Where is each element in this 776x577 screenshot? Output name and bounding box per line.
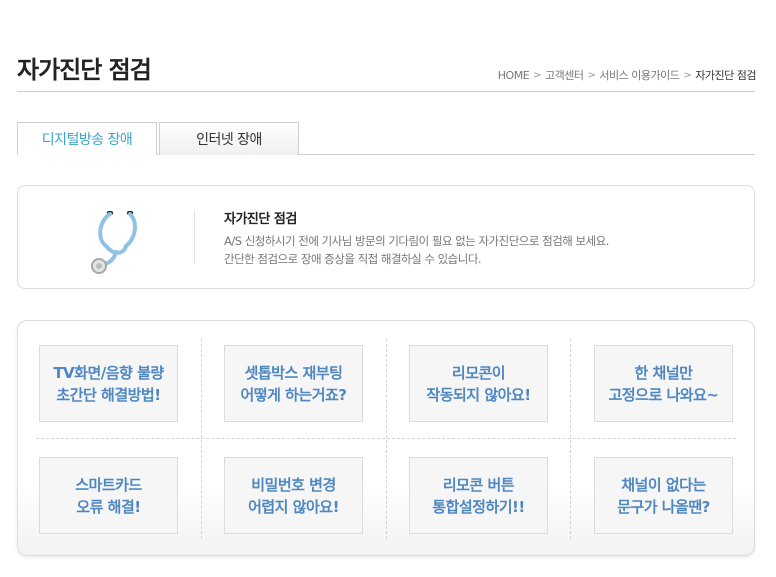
- help-button-label: TV화면/음향 불량 초간단 해결방법!: [53, 363, 164, 404]
- intro-description: A/S 신청하시기 전에 기사님 방문의 기다림이 필요 없는 자가진단으로 점…: [224, 232, 609, 268]
- intro-divider: [194, 210, 195, 264]
- header-divider: [17, 91, 755, 92]
- help-button-settop-reboot[interactable]: 셋톱박스 재부팅 어떻게 하는거죠?: [224, 345, 363, 422]
- tab-digital-broadcast[interactable]: 디지털방송 장애: [17, 122, 157, 155]
- grid-divider: [570, 339, 571, 539]
- help-button-label: 셋톱박스 재부팅 어떻게 하는거죠?: [240, 363, 347, 404]
- page: 자가진단 점검 HOME > 고객센터 > 서비스 이용가이드 > 자가진단 점…: [0, 0, 776, 577]
- breadcrumb-current: 자가진단 점검: [695, 69, 756, 82]
- help-button-label: 리모콘이 작동되지 않아요!: [426, 363, 531, 404]
- help-button-no-channel-message[interactable]: 채널이 없다는 문구가 나올땐?: [594, 457, 733, 534]
- help-button-label: 채널이 없다는 문구가 나올땐?: [617, 475, 710, 516]
- help-button-remote-not-working[interactable]: 리모콘이 작동되지 않아요!: [409, 345, 548, 422]
- chevron-right-icon: >: [587, 69, 596, 81]
- page-title: 자가진단 점검: [17, 56, 152, 84]
- chevron-right-icon: >: [533, 69, 542, 81]
- help-button-label: 비밀번호 변경 어렵지 않아요!: [248, 475, 339, 516]
- grid-divider: [36, 438, 736, 439]
- intro-description-line: A/S 신청하시기 전에 기사님 방문의 기다림이 필요 없는 자가진단으로 점…: [224, 234, 609, 248]
- help-button-smartcard-error[interactable]: 스마트카드 오류 해결!: [39, 457, 178, 534]
- help-button-remote-universal-setup[interactable]: 리모콘 버튼 통합설정하기!!: [409, 457, 548, 534]
- help-grid: TV화면/음향 불량 초간단 해결방법! 셋톱박스 재부팅 어떻게 하는거죠? …: [17, 320, 755, 556]
- chevron-right-icon: >: [683, 69, 692, 81]
- grid-divider: [386, 339, 387, 539]
- breadcrumb-service-guide-link[interactable]: 서비스 이용가이드: [599, 67, 679, 83]
- help-button-tv-screen-sound[interactable]: TV화면/음향 불량 초간단 해결방법!: [39, 345, 178, 422]
- tab-bar: 디지털방송 장애 인터넷 장애: [17, 122, 755, 155]
- intro-box: 자가진단 점검 A/S 신청하시기 전에 기사님 방문의 기다림이 필요 없는 …: [17, 185, 755, 289]
- breadcrumb-home-link[interactable]: HOME: [498, 69, 530, 82]
- help-button-label: 스마트카드 오류 해결!: [75, 475, 142, 516]
- breadcrumb: HOME > 고객센터 > 서비스 이용가이드 > 자가진단 점검: [498, 67, 757, 83]
- help-button-password-change[interactable]: 비밀번호 변경 어렵지 않아요!: [224, 457, 363, 534]
- help-button-single-channel-stuck[interactable]: 한 채널만 고정으로 나와요~: [594, 345, 733, 422]
- intro-description-line: 간단한 점검으로 장애 증상을 직접 해결하실 수 있습니다.: [224, 252, 482, 266]
- help-button-label: 한 채널만 고정으로 나와요~: [608, 363, 719, 404]
- grid-divider: [201, 339, 202, 539]
- help-button-label: 리모콘 버튼 통합설정하기!!: [432, 475, 525, 516]
- stethoscope-icon: [86, 206, 146, 276]
- intro-heading: 자가진단 점검: [224, 212, 297, 227]
- breadcrumb-customer-center-link[interactable]: 고객센터: [545, 67, 584, 83]
- tab-internet[interactable]: 인터넷 장애: [159, 122, 299, 155]
